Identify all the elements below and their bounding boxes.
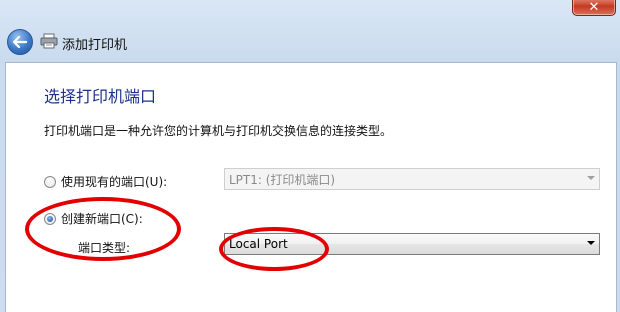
add-printer-window: ✕ 添加打印机 选择打印机端口 打印机端口是一种允许您的计算机与打印机交换信息的… bbox=[0, 0, 620, 312]
navigation-bar: 添加打印机 bbox=[0, 22, 620, 62]
port-type-dropdown[interactable]: Local Port bbox=[224, 233, 600, 255]
close-button[interactable]: ✕ bbox=[572, 0, 616, 16]
port-type-label: 端口类型: bbox=[78, 241, 131, 255]
wizard-content: 选择打印机端口 打印机端口是一种允许您的计算机与打印机交换信息的连接类型。 使用… bbox=[5, 62, 617, 312]
wizard-title: 添加打印机 bbox=[62, 38, 128, 53]
existing-port-value: LPT1: (打印机端口) bbox=[229, 172, 336, 187]
title-bar: ✕ bbox=[0, 0, 620, 22]
chevron-down-icon bbox=[587, 241, 595, 245]
page-description: 打印机端口是一种允许您的计算机与打印机交换信息的连接类型。 bbox=[44, 124, 393, 138]
new-port-radio[interactable] bbox=[44, 212, 56, 225]
printer-icon bbox=[40, 33, 58, 49]
radio-selected-dot bbox=[47, 215, 53, 222]
back-arrow-icon bbox=[13, 36, 27, 48]
back-button[interactable] bbox=[7, 29, 33, 55]
existing-port-dropdown: LPT1: (打印机端口) bbox=[224, 168, 600, 190]
existing-port-radio[interactable] bbox=[44, 175, 56, 188]
port-type-value: Local Port bbox=[229, 237, 288, 251]
new-port-option[interactable]: 创建新端口(C): bbox=[44, 210, 143, 227]
close-icon: ✕ bbox=[588, 0, 600, 15]
chevron-down-icon bbox=[587, 176, 595, 180]
page-title: 选择打印机端口 bbox=[44, 87, 157, 106]
new-port-label: 创建新端口(C): bbox=[61, 212, 143, 226]
existing-port-option[interactable]: 使用现有的端口(U): bbox=[44, 173, 167, 190]
existing-port-label: 使用现有的端口(U): bbox=[61, 175, 168, 189]
